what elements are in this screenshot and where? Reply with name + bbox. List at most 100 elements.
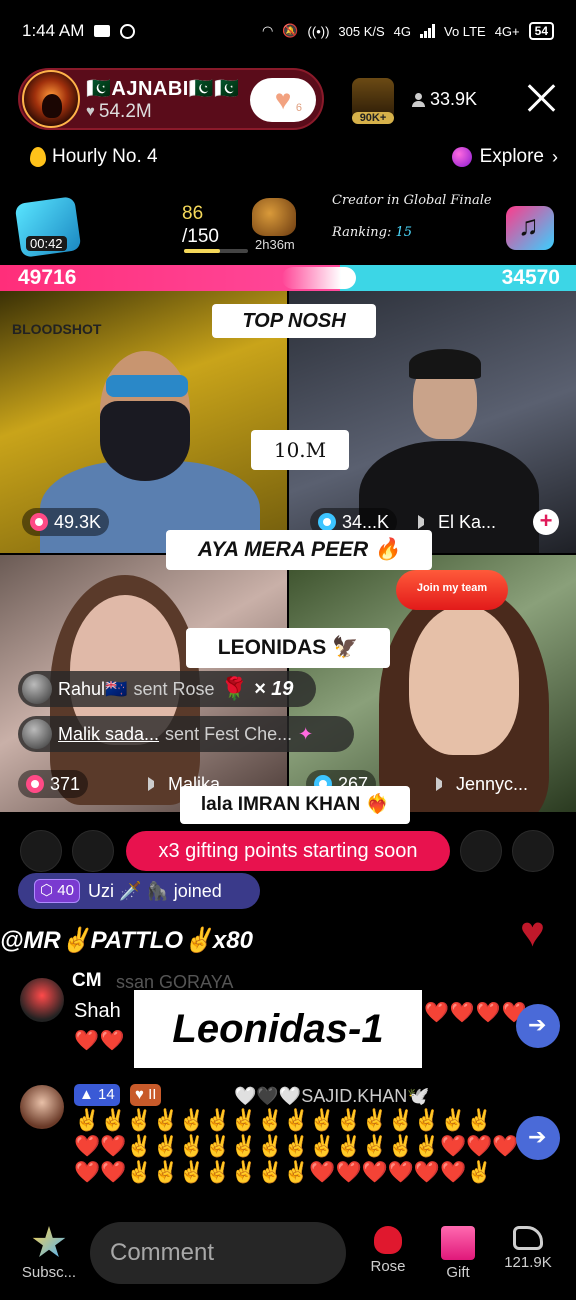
hourly-label: Hourly No. 4 (52, 146, 158, 167)
gift-label: Gift (446, 1264, 470, 1281)
messenger-icon (120, 23, 136, 39)
comment-input[interactable]: Comment (90, 1222, 346, 1284)
ranking-value: 15 (395, 225, 413, 240)
goal-progress-fill (184, 249, 221, 253)
emoji-line: ❤️❤️✌️✌️✌️✌️✌️✌️✌️✌️✌️✌️✌️✌️❤️❤️❤️ (74, 1135, 519, 1158)
bandana-mask (100, 401, 190, 481)
host-name: 🇵🇰AJNABI🇵🇰🇵🇰 (86, 77, 240, 100)
hotspot-icon: ((•)) (307, 23, 330, 39)
level-value: 14 (98, 1086, 115, 1103)
tile-1-count: 49.3K (54, 511, 102, 532)
host-avatar[interactable] (22, 70, 80, 128)
share-float-icon[interactable] (516, 1116, 560, 1160)
person-icon (412, 92, 425, 107)
music-icon[interactable] (506, 206, 554, 250)
overlay-leonidas-1: Leonidas-1 (134, 990, 422, 1068)
guest-avatar[interactable] (72, 830, 114, 872)
fan-value: II (148, 1086, 157, 1103)
battle-score-bar (0, 265, 576, 291)
top-gifter-badge[interactable]: 90K+ (352, 78, 394, 124)
emoji-line: ❤️❤️✌️✌️✌️✌️✌️✌️✌️❤️❤️❤️❤️❤️❤️✌️ (74, 1161, 493, 1184)
gift-notice-1[interactable]: Rahul🇳🇿 sent Rose 🌹 × 19 (18, 671, 316, 707)
gift-text: sent Rose (133, 678, 215, 699)
signal-icon (420, 24, 436, 38)
host-likes-count: 54.2M (98, 100, 152, 122)
chat-avatar[interactable] (20, 1085, 64, 1129)
battle-score-right: 34570 (501, 266, 560, 289)
status-left: 1:44 AM (22, 21, 136, 41)
guest-avatar[interactable] (460, 830, 502, 872)
share-button[interactable]: 121.9K (498, 1226, 558, 1271)
guest-avatar[interactable] (20, 830, 62, 872)
overlay-lala-imran-khan: lala IMRAN KHAN ❤️‍🔥 (180, 786, 410, 824)
chevron-right-icon: › (552, 146, 558, 167)
chat-avatar[interactable] (20, 978, 64, 1022)
guest-avatar[interactable] (512, 830, 554, 872)
network-4g: 4G (393, 23, 412, 39)
ranking-label: Ranking: (332, 225, 392, 240)
network-4g-plus: 4G+ (494, 23, 520, 39)
gifter-avatar (22, 719, 52, 749)
gift-button[interactable]: Gift (436, 1226, 480, 1281)
rose-icon: 🌹 (220, 676, 248, 701)
tile-1-score[interactable]: 49.3K (22, 508, 110, 536)
join-team-button[interactable]: Join my team (396, 570, 508, 610)
add-button[interactable]: + (533, 509, 559, 535)
level-badge: ▲ 14 (74, 1084, 120, 1106)
status-right: ◠ 🔕 ((•)) 305 K/S 4G Vo LTE 4G+ 54 (262, 22, 554, 40)
goal-progress-bar (184, 249, 248, 253)
explore-button[interactable]: Explore › (451, 146, 558, 168)
lion-timer: 2h36m (255, 237, 295, 252)
goal-progress[interactable]: 86 /150 (182, 202, 219, 248)
share-float-icon[interactable] (516, 1004, 560, 1048)
mute-icon (148, 777, 162, 791)
bubble-icon (318, 513, 336, 531)
gift-notice-2[interactable]: Malik sada... sent Fest Che... ✦ (18, 716, 354, 752)
battery-icon: 54 (528, 22, 554, 40)
gift-text: sent Fest Che... (165, 723, 293, 744)
gifting-points-banner[interactable]: x3 gifting points starting soon (126, 831, 450, 871)
hourly-rank[interactable]: Hourly No. 4 (30, 146, 158, 168)
flame-icon (30, 147, 46, 167)
chat-emoji-message: ✌️✌️✌️✌️✌️✌️✌️✌️✌️✌️✌️✌️✌️✌️✌️✌️ ❤️❤️✌️✌… (74, 1108, 544, 1186)
subscribe-label: Subsc... (21, 1264, 77, 1281)
streamer-cap (409, 349, 481, 379)
overlay-leonidas: LEONIDAS 🦅 (186, 628, 390, 668)
status-bar: 1:44 AM ◠ 🔕 ((•)) 305 K/S 4G Vo LTE 4G+ … (0, 0, 576, 62)
overlay-aya-mera-peer: AYA MERA PEER 🔥 (166, 530, 432, 570)
chat-hearts: ❤️❤️ (74, 1030, 126, 1052)
goal-total: /150 (182, 226, 219, 247)
host-profile[interactable]: 🇵🇰AJNABI🇵🇰🇵🇰 ♥ 54.2M ♥ 6 (18, 68, 324, 130)
viewer-count[interactable]: 33.9K (412, 89, 477, 110)
follow-badge: 6 (295, 102, 302, 114)
joined-text: Uzi 🗡️ 🦍 joined (87, 880, 222, 901)
tile-2-name: El Ka... (438, 511, 497, 532)
share-icon (513, 1226, 543, 1250)
share-count: 121.9K (504, 1254, 552, 1271)
sunglasses (106, 375, 188, 397)
chat-username[interactable]: CM (72, 970, 102, 992)
subscribe-button[interactable]: Subsc... (18, 1226, 80, 1281)
host-likes: ♥ 54.2M (86, 101, 240, 123)
creator-global-finale[interactable]: Creator in Global Finale (332, 193, 492, 208)
chat-username[interactable]: 🤍🖤🤍SAJID.KHAN🕊️ (234, 1086, 430, 1107)
lion-icon[interactable] (252, 198, 296, 236)
planet-icon (451, 147, 472, 167)
viewer-count-text: 33.9K (430, 89, 478, 109)
tile-3-score[interactable]: 371 (18, 770, 89, 798)
rose-button[interactable]: Rose (364, 1226, 412, 1275)
tile-3-count: 371 (50, 773, 81, 794)
mute-icon (418, 515, 432, 529)
level-value: 40 (57, 882, 74, 899)
bubble-icon (30, 513, 48, 531)
gift-icon (441, 1226, 475, 1260)
battle-score-left: 49716 (18, 266, 77, 289)
goal-current: 86 (182, 203, 204, 224)
tile-4-user[interactable]: Jennyc... (428, 770, 536, 798)
cheer-icon: ✦ (298, 723, 314, 744)
joined-notice[interactable]: ⬡ 40 Uzi 🗡️ 🦍 joined (18, 873, 260, 909)
close-icon[interactable] (524, 80, 558, 114)
ranking[interactable]: Ranking: 15 (332, 225, 412, 240)
gifter-name: Rahul🇳🇿 (58, 678, 128, 699)
follow-button[interactable]: ♥ 6 (250, 78, 316, 122)
